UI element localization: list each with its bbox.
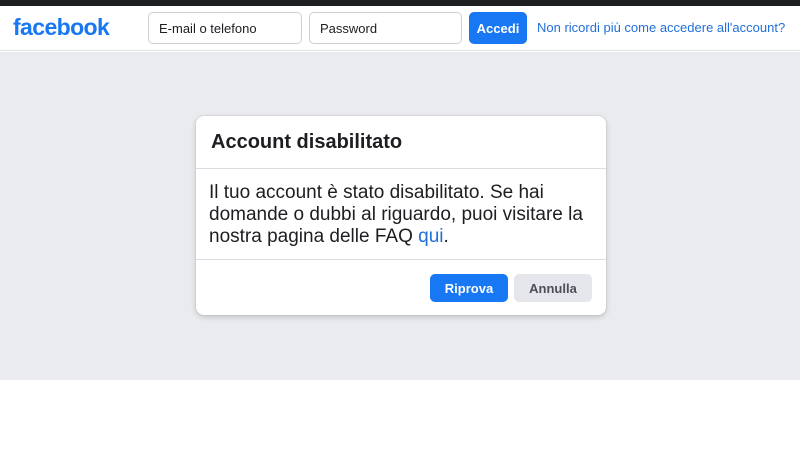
dialog-message: Il tuo account è stato disabilitato. Se … (209, 182, 593, 248)
top-bar: facebook Accedi Non ricordi più come acc… (0, 6, 800, 51)
faq-link[interactable]: qui (418, 226, 443, 247)
forgot-account-link[interactable]: Non ricordi più come accedere all'accoun… (537, 20, 785, 35)
login-button[interactable]: Accedi (469, 12, 527, 44)
dialog-title: Account disabilitato (211, 131, 403, 153)
dialog-message-text: Il tuo account è stato disabilitato. Se … (209, 182, 583, 247)
dialog-message-end: . (443, 226, 449, 247)
facebook-logo[interactable]: facebook (13, 14, 110, 41)
password-input[interactable] (309, 12, 462, 44)
email-input[interactable] (148, 12, 302, 44)
cancel-button[interactable]: Annulla (514, 274, 592, 302)
dialog-header: Account disabilitato (196, 116, 606, 169)
retry-button[interactable]: Riprova (430, 274, 508, 302)
account-disabled-dialog: Account disabilitato Il tuo account è st… (196, 116, 606, 315)
dialog-footer: Riprova Annulla (196, 259, 606, 315)
